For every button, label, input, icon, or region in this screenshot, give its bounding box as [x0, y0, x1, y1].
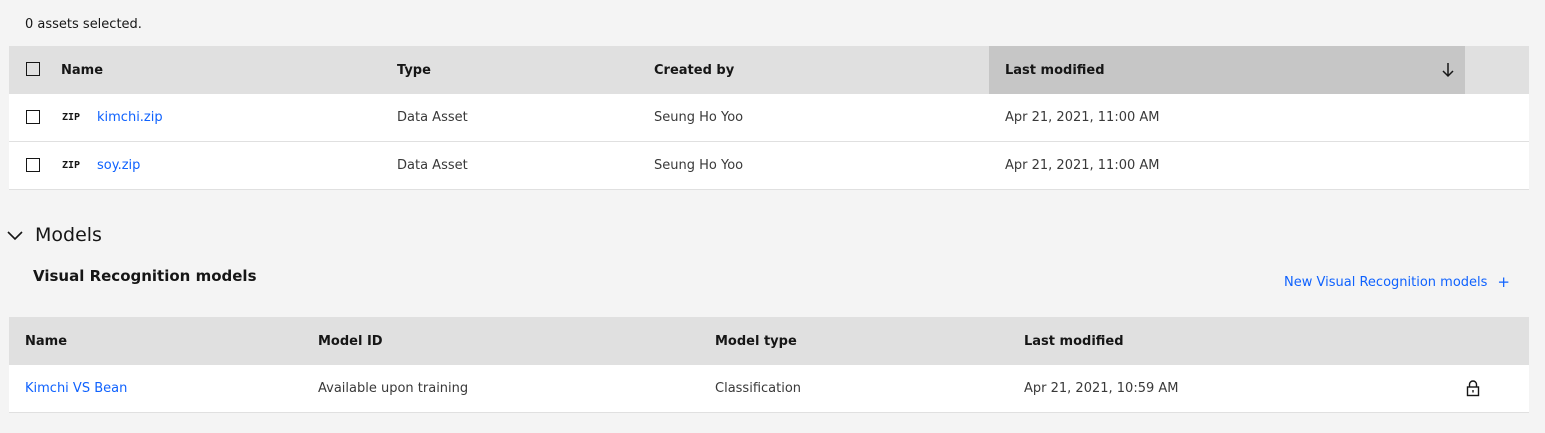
table-row: Kimchi VS Bean Available upon training C… [9, 365, 1529, 413]
model-name-link[interactable]: Kimchi VS Bean [25, 381, 127, 396]
row-checkbox[interactable] [26, 110, 40, 124]
asset-type: Data Asset [397, 158, 468, 173]
chevron-down-icon[interactable] [6, 226, 24, 244]
models-table: Name Model ID Model type Last modified K… [9, 317, 1529, 413]
assets-table-header: Name Type Created by Last modified [9, 46, 1529, 94]
column-header-type[interactable]: Type [397, 46, 431, 94]
select-all-checkbox[interactable] [26, 62, 40, 76]
column-header-last-modified[interactable]: Last modified [1024, 317, 1124, 365]
sort-descending-icon[interactable] [1441, 61, 1455, 79]
column-header-name[interactable]: Name [61, 46, 103, 94]
visual-recognition-models-title: Visual Recognition models [33, 267, 257, 285]
asset-last-modified: Apr 21, 2021, 11:00 AM [1005, 158, 1160, 173]
column-header-model-type[interactable]: Model type [715, 317, 797, 365]
models-section-toggle[interactable]: Models [6, 224, 102, 246]
column-header-name[interactable]: Name [25, 317, 67, 365]
asset-type: Data Asset [397, 110, 468, 125]
assets-table: Name Type Created by Last modified ZIP k… [9, 46, 1529, 190]
model-last-modified: Apr 21, 2021, 10:59 AM [1024, 381, 1179, 396]
plus-icon: + [1497, 273, 1510, 291]
model-type: Classification [715, 381, 802, 396]
table-row: ZIP soy.zip Data Asset Seung Ho Yoo Apr … [9, 142, 1529, 190]
row-checkbox[interactable] [26, 158, 40, 172]
selected-count: 0 assets selected. [25, 17, 142, 32]
new-model-label: New Visual Recognition models [1284, 274, 1488, 290]
models-section-title: Models [35, 224, 102, 246]
table-row: ZIP kimchi.zip Data Asset Seung Ho Yoo A… [9, 94, 1529, 142]
column-header-last-modified[interactable]: Last modified [1005, 46, 1105, 94]
column-header-created-by[interactable]: Created by [654, 46, 734, 94]
lock-icon [1466, 380, 1480, 397]
model-id: Available upon training [318, 381, 469, 396]
zip-file-icon: ZIP [62, 112, 81, 123]
asset-created-by: Seung Ho Yoo [654, 158, 744, 173]
column-header-model-id[interactable]: Model ID [318, 317, 383, 365]
asset-created-by: Seung Ho Yoo [654, 110, 744, 125]
new-visual-recognition-model-button[interactable]: New Visual Recognition models + [1284, 273, 1510, 291]
models-table-header: Name Model ID Model type Last modified [9, 317, 1529, 365]
asset-name-link[interactable]: kimchi.zip [97, 110, 163, 125]
asset-last-modified: Apr 21, 2021, 11:00 AM [1005, 110, 1160, 125]
asset-name-link[interactable]: soy.zip [97, 158, 140, 173]
zip-file-icon: ZIP [62, 160, 81, 171]
